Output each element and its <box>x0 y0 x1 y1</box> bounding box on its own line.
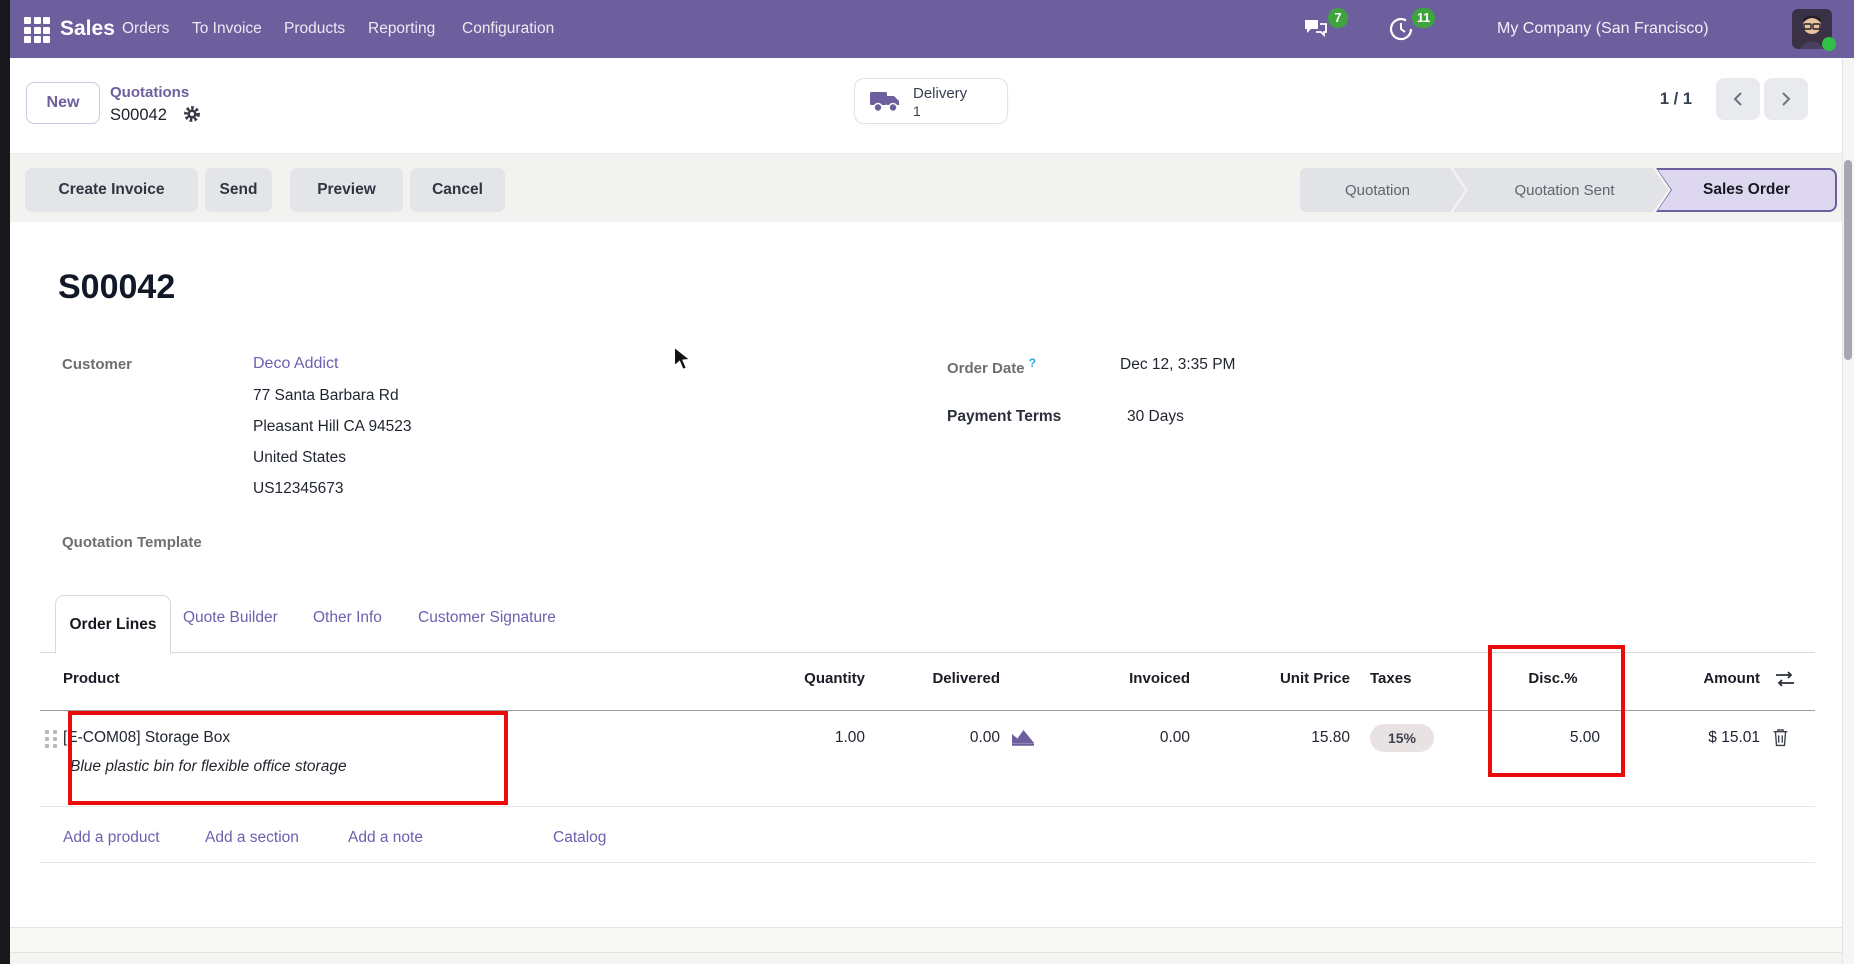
customer-link[interactable]: Deco Addict <box>253 355 338 373</box>
odoo-sales-order-screen: Sales Orders To Invoice Products Reporti… <box>0 0 1854 964</box>
forecast-chart-icon[interactable] <box>1010 727 1036 752</box>
online-status-dot <box>1822 37 1836 51</box>
menu-to-invoice[interactable]: To Invoice <box>192 0 262 58</box>
tab-order-lines[interactable]: Order Lines <box>55 595 171 654</box>
status-steps: Quotation Quotation Sent Sales Order <box>1300 168 1837 212</box>
pager-next-button[interactable] <box>1764 78 1808 120</box>
step-sales-order-label: Sales Order <box>1703 181 1790 199</box>
company-switcher[interactable]: My Company (San Francisco) <box>1497 0 1709 58</box>
messages-icon[interactable] <box>1302 16 1330 42</box>
quotation-template-label: Quotation Template <box>62 534 202 551</box>
menu-orders[interactable]: Orders <box>122 0 169 58</box>
delivered-cell[interactable]: 0.00 <box>880 723 1000 753</box>
col-taxes[interactable]: Taxes <box>1370 664 1411 694</box>
tab-other-info[interactable]: Other Info <box>313 606 382 630</box>
messages-badge: 7 <box>1328 8 1348 28</box>
step-quotation[interactable]: Quotation <box>1300 168 1465 212</box>
step-quotation-sent[interactable]: Quotation Sent <box>1453 168 1668 212</box>
chevron-right-icon <box>1779 90 1793 108</box>
tab-customer-signature[interactable]: Customer Signature <box>418 606 556 630</box>
cancel-button[interactable]: Cancel <box>410 168 505 212</box>
unit-price-cell[interactable]: 15.80 <box>1230 723 1350 753</box>
horizontal-scrollbar-track[interactable] <box>10 952 1842 964</box>
app-name[interactable]: Sales <box>60 0 115 58</box>
order-title: S00042 <box>58 268 175 307</box>
stat-button-label: Delivery <box>913 85 967 102</box>
catalog-link[interactable]: Catalog <box>553 826 606 850</box>
product-link[interactable]: [E-COM08] Storage Box <box>63 723 230 753</box>
address-line-4: US12345673 <box>253 480 344 498</box>
screen-edge-strip <box>0 0 10 964</box>
gear-icon[interactable] <box>182 104 202 124</box>
top-navbar: Sales Orders To Invoice Products Reporti… <box>10 0 1854 58</box>
table-header-divider <box>40 710 1815 711</box>
payment-terms-label: Payment Terms <box>947 408 1061 426</box>
create-invoice-button[interactable]: Create Invoice <box>25 168 198 212</box>
order-date-label-text: Order Date <box>947 360 1025 377</box>
optional-columns-icon[interactable] <box>1775 671 1795 692</box>
customer-label: Customer <box>62 356 132 373</box>
add-note-link[interactable]: Add a note <box>348 826 423 850</box>
pager-previous-button[interactable] <box>1716 78 1760 120</box>
preview-button[interactable]: Preview <box>290 168 403 212</box>
col-delivered[interactable]: Delivered <box>880 664 1000 694</box>
apps-grid-icon[interactable] <box>24 17 50 42</box>
menu-configuration[interactable]: Configuration <box>462 0 554 58</box>
step-sales-order[interactable]: Sales Order <box>1656 168 1837 212</box>
send-button[interactable]: Send <box>205 168 272 212</box>
table-footer-divider <box>40 862 1815 863</box>
taxes-badge[interactable]: 15% <box>1370 724 1434 752</box>
drag-handle-icon[interactable] <box>45 730 58 749</box>
quantity-cell[interactable]: 1.00 <box>760 723 865 753</box>
amount-cell: $ 15.01 <box>1640 723 1760 753</box>
col-quantity[interactable]: Quantity <box>760 664 865 694</box>
address-line-3: United States <box>253 449 346 467</box>
tabs-divider <box>40 652 1815 653</box>
chevron-left-icon <box>1731 90 1745 108</box>
breadcrumb-current: S00042 <box>110 106 167 125</box>
col-product[interactable]: Product <box>63 664 120 694</box>
payment-terms-value[interactable]: 30 Days <box>1127 408 1184 426</box>
add-section-link[interactable]: Add a section <box>205 826 299 850</box>
pager-value: 1 / 1 <box>1624 78 1692 120</box>
trash-icon[interactable] <box>1772 727 1789 752</box>
discount-cell[interactable]: 5.00 <box>1500 723 1600 753</box>
menu-reporting[interactable]: Reporting <box>368 0 435 58</box>
vertical-scrollbar-thumb[interactable] <box>1844 160 1852 360</box>
new-button[interactable]: New <box>26 82 100 124</box>
col-discount[interactable]: Disc.% <box>1490 664 1616 694</box>
order-date-value[interactable]: Dec 12, 3:35 PM <box>1120 356 1235 374</box>
invoiced-cell[interactable]: 0.00 <box>1070 723 1190 753</box>
col-unit-price[interactable]: Unit Price <box>1230 664 1350 694</box>
menu-products[interactable]: Products <box>284 0 345 58</box>
add-product-link[interactable]: Add a product <box>63 826 160 850</box>
col-amount[interactable]: Amount <box>1640 664 1760 694</box>
tab-quote-builder[interactable]: Quote Builder <box>183 606 278 630</box>
breadcrumb-quotations[interactable]: Quotations <box>110 84 189 101</box>
order-date-label: Order Date ? <box>947 356 1036 377</box>
mouse-cursor <box>672 346 694 372</box>
activities-badge: 11 <box>1412 8 1435 28</box>
help-icon[interactable]: ? <box>1029 356 1036 370</box>
address-line-2: Pleasant Hill CA 94523 <box>253 418 412 436</box>
row-divider <box>40 806 1815 807</box>
delivery-stat-button[interactable]: Delivery 1 <box>854 78 1008 124</box>
truck-icon <box>869 90 903 114</box>
address-line-1: 77 Santa Barbara Rd <box>253 387 399 405</box>
col-invoiced[interactable]: Invoiced <box>1070 664 1190 694</box>
sheet-bottom-area <box>10 928 1842 952</box>
stat-button-count: 1 <box>913 103 921 119</box>
product-description[interactable]: Blue plastic bin for flexible office sto… <box>70 758 347 776</box>
